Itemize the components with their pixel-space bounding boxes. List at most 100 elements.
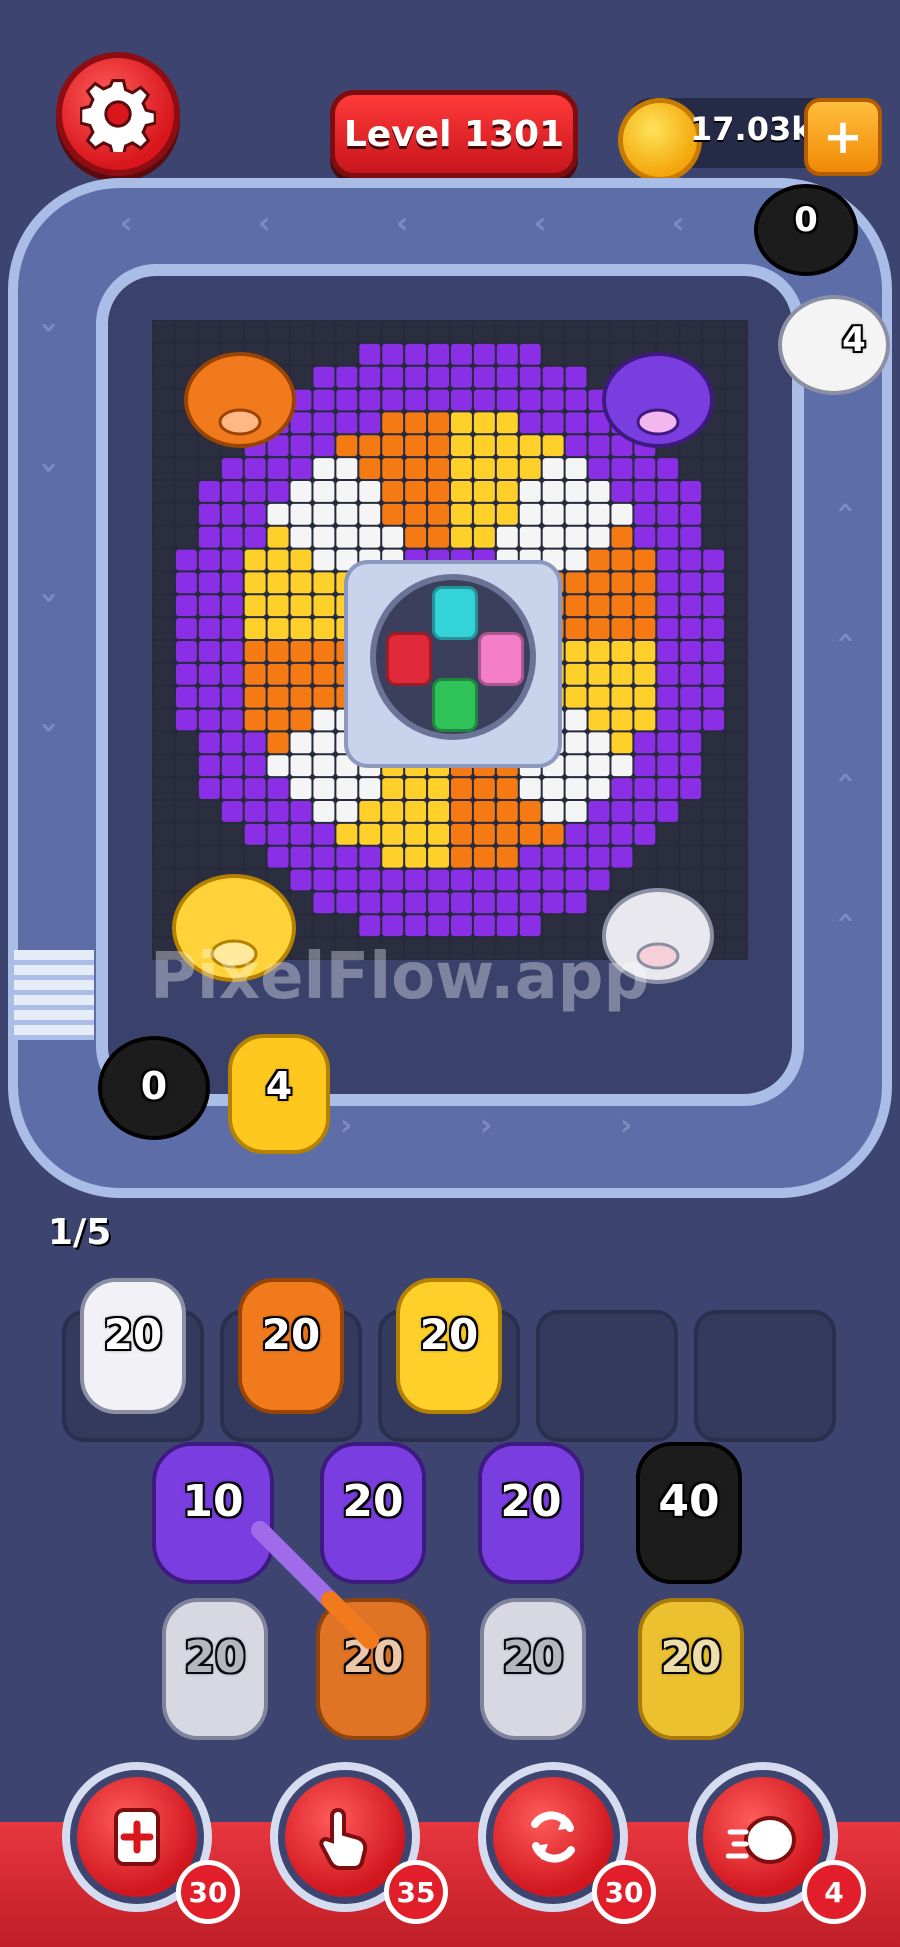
pixel-cell (496, 343, 518, 365)
pixel-cell (175, 755, 197, 777)
pixel-cell (473, 343, 495, 365)
pixel-cell (680, 321, 702, 342)
pixel-cell (336, 915, 358, 937)
coin-amount: 17.03k (690, 110, 813, 148)
slot-pig-white[interactable]: 20 (78, 1274, 188, 1418)
pixel-cell (473, 366, 495, 388)
pixel-cell (588, 732, 610, 754)
queue-pig-black[interactable]: 40 (634, 1438, 744, 1588)
pixel-cell (542, 526, 564, 548)
pixel-cell (359, 869, 381, 891)
pixel-cell (451, 366, 472, 388)
pixel-cell (336, 389, 358, 411)
holding-slot[interactable] (536, 1310, 678, 1442)
pixel-cell (153, 778, 174, 799)
pixel-cell (428, 389, 449, 411)
track-arrow-icon: ‹ (396, 206, 409, 241)
track-arrow-icon: ‹ (30, 591, 66, 604)
pixel-cell (473, 915, 495, 937)
pixel-cell (565, 663, 587, 685)
add-coins-button[interactable]: + (804, 98, 882, 176)
pixel-cell (473, 892, 495, 914)
pixel-cell (451, 801, 472, 822)
pixel-cell (221, 458, 243, 479)
holding-slot[interactable] (694, 1310, 836, 1442)
pixel-cell (657, 595, 679, 617)
pixel-cell (657, 732, 679, 754)
slot-pig-orange[interactable]: 20 (236, 1274, 346, 1418)
pixel-cell (405, 892, 427, 914)
pixel-cell (290, 641, 312, 662)
pixel-cell (244, 321, 266, 342)
pixel-cell (175, 823, 197, 845)
pixel-cell (519, 503, 541, 525)
pixel-cell (175, 778, 197, 799)
pixel-cell (221, 595, 243, 617)
pixel-cell (267, 618, 289, 639)
pixel-cell (519, 801, 541, 822)
pixel-cell (428, 366, 449, 388)
pixel-cell (496, 458, 518, 479)
pixel-cell (611, 549, 633, 571)
pixel-cell (313, 663, 335, 685)
pixel-cell (198, 755, 220, 777)
pixel-cell (198, 458, 220, 479)
pixel-cell (726, 869, 747, 891)
pixel-cell (267, 526, 289, 548)
pixel-cell (428, 526, 449, 548)
pixel-cell (198, 801, 220, 822)
pixel-cell (542, 869, 564, 891)
pixel-cell (565, 572, 587, 594)
pixel-cell (267, 595, 289, 617)
conveyor-pig-white[interactable]: 4 (776, 290, 892, 400)
pixel-cell (542, 458, 564, 479)
pixel-cell (657, 846, 679, 868)
slot-pig-yellow[interactable]: 20 (394, 1274, 504, 1418)
pixel-cell (290, 686, 312, 708)
pixel-cell (519, 389, 541, 411)
conveyor-pig-yellow[interactable]: 4 (224, 1030, 334, 1158)
pixel-cell (382, 389, 404, 411)
conveyor-pig-black[interactable]: 0 (96, 1030, 212, 1146)
pixel-cell (611, 641, 633, 662)
pixel-cell (703, 663, 725, 685)
pixel-cell (428, 481, 449, 502)
pixel-cell (519, 526, 541, 548)
pixel-cell (336, 366, 358, 388)
pixel-cell (313, 686, 335, 708)
pixel-cell (336, 526, 358, 548)
pixel-cell (634, 823, 656, 845)
pixel-cell (726, 823, 747, 845)
pixel-cell (313, 526, 335, 548)
settings-button[interactable] (56, 52, 180, 176)
pixel-cell (611, 846, 633, 868)
pixel-cell (451, 435, 472, 457)
pixel-cell (726, 595, 747, 617)
pixel-cell (382, 503, 404, 525)
queue-pig-yellow: 20 (636, 1594, 746, 1744)
pixel-cell (451, 778, 472, 799)
pixel-cell (611, 572, 633, 594)
conveyor-pig-black[interactable]: 0 (752, 180, 860, 280)
pixel-cell (726, 572, 747, 594)
pixel-cell (565, 321, 587, 342)
pixel-cell (198, 595, 220, 617)
pixel-cell (565, 618, 587, 639)
pixel-cell (175, 595, 197, 617)
pixel-cell (405, 412, 427, 434)
pixel-cell (313, 458, 335, 479)
pixel-cell (473, 389, 495, 411)
pixel-cell (542, 435, 564, 457)
pixel-cell (313, 892, 335, 914)
pixel-cell (565, 846, 587, 868)
queue-pig-purple[interactable]: 20 (476, 1438, 586, 1588)
pixel-cell (611, 503, 633, 525)
pixel-cell (451, 412, 472, 434)
pig-count: 40 (658, 1476, 720, 1527)
pixel-cell (611, 686, 633, 708)
pixel-cell (244, 663, 266, 685)
pixel-cell (588, 801, 610, 822)
green-gem (432, 678, 478, 732)
pixel-cell (657, 686, 679, 708)
pixel-cell (611, 618, 633, 639)
